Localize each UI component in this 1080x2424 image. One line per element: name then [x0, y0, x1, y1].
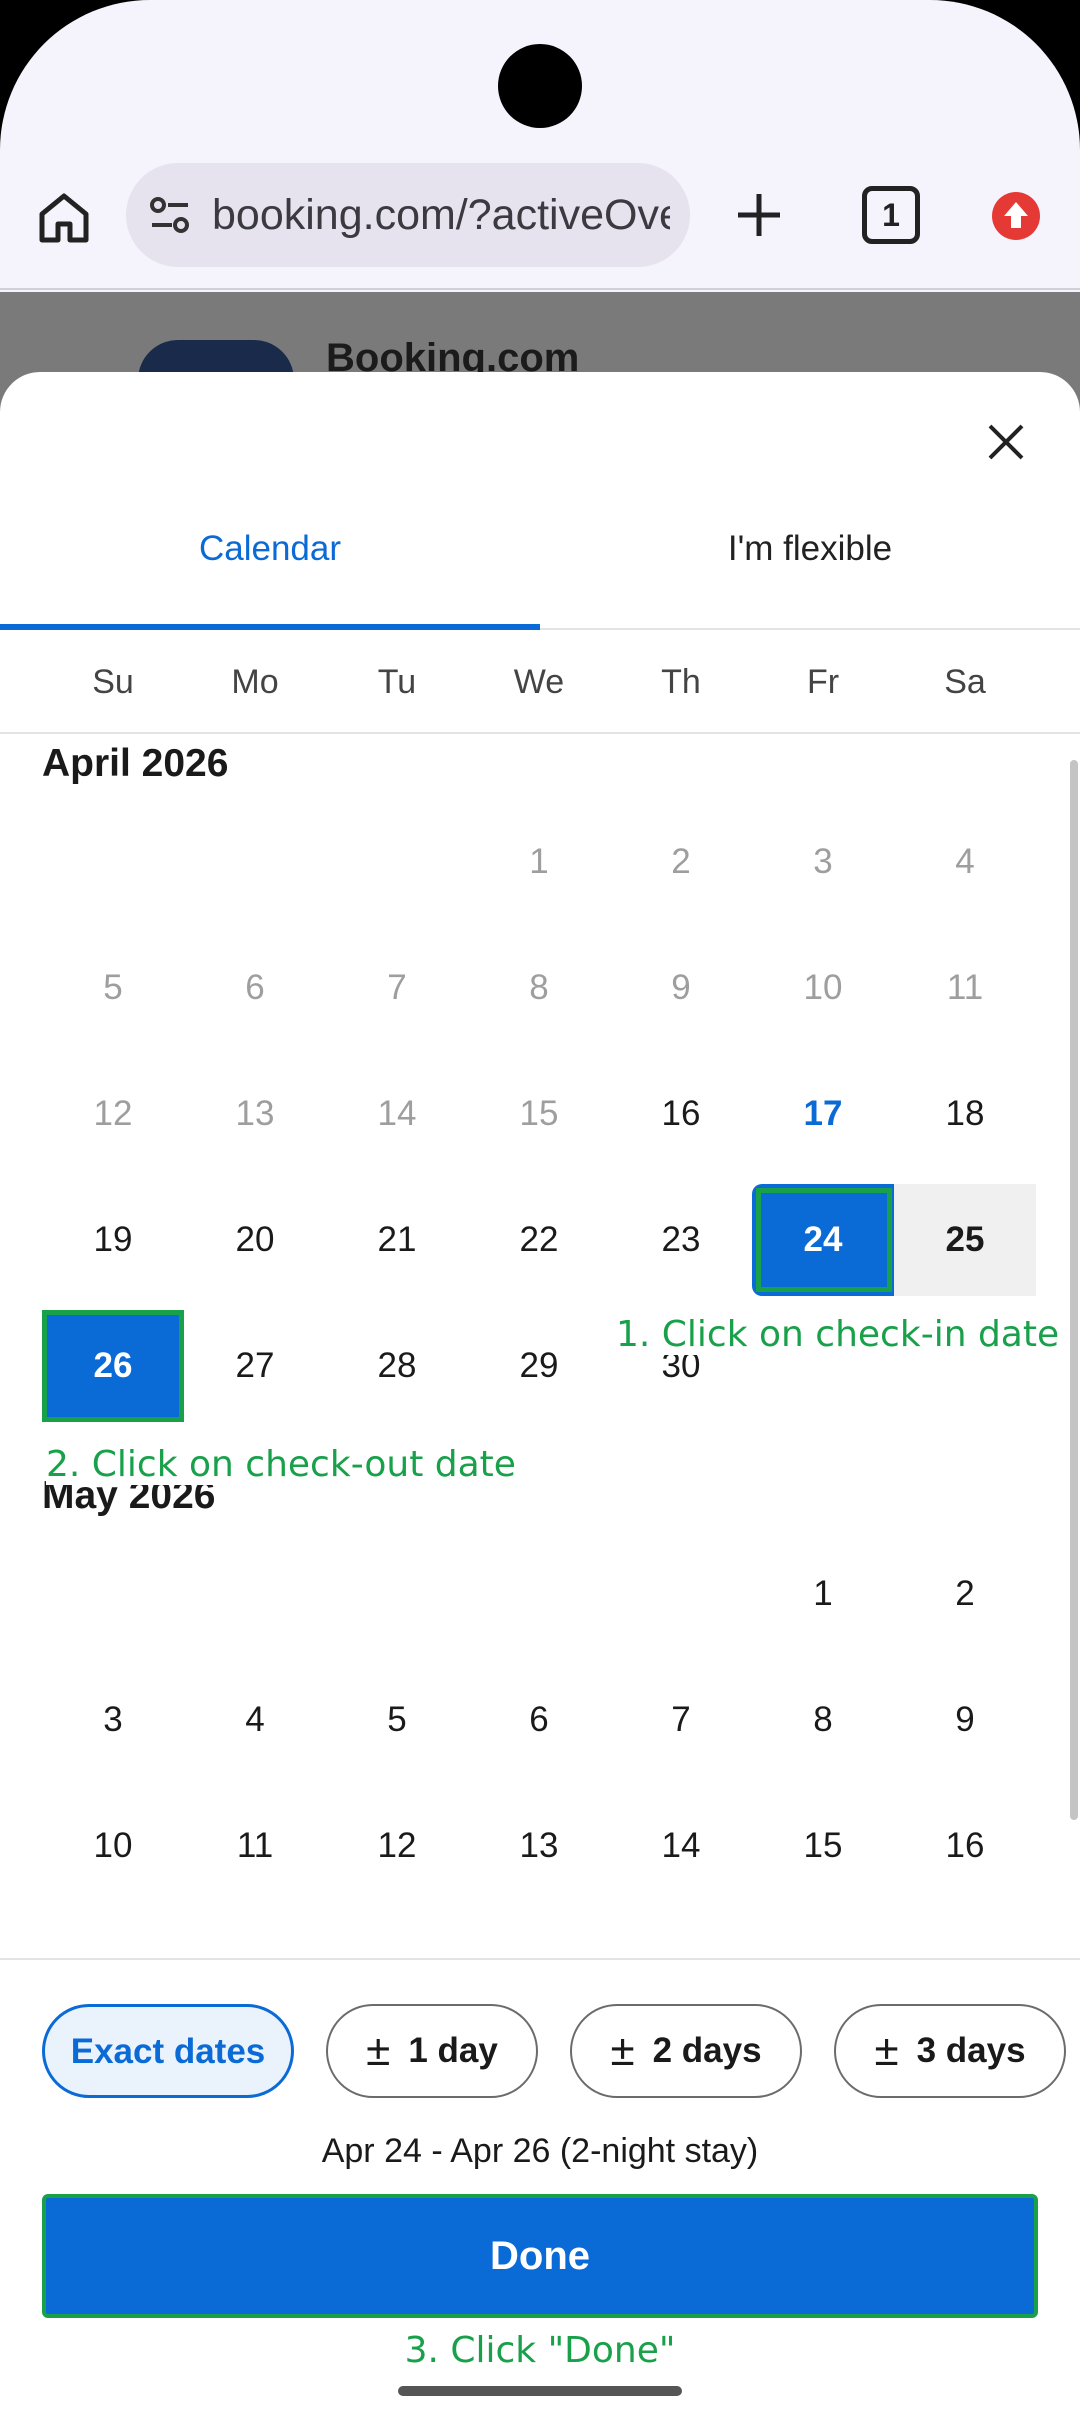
day-may-9[interactable]: 9: [894, 1664, 1036, 1776]
chip-label: 1 day: [408, 2031, 498, 2070]
day-apr-22[interactable]: 22: [468, 1184, 610, 1296]
day-apr-5: 5: [103, 968, 123, 1007]
day-may-11[interactable]: 11: [184, 1790, 326, 1902]
day-apr-3: 3: [813, 842, 833, 881]
tab-switcher-button[interactable]: 1: [862, 186, 920, 244]
day-apr-15: 15: [519, 1094, 559, 1133]
phone-screen: booking.com/?activeOve 1 Booking.com Cal…: [0, 0, 1080, 2424]
day-apr-1: 1: [529, 842, 549, 881]
day-apr-17-today[interactable]: 17: [752, 1058, 894, 1170]
browser-toolbar: booking.com/?activeOve 1: [0, 160, 1080, 290]
update-icon[interactable]: [990, 190, 1042, 242]
weekday-label: Mo: [231, 663, 279, 701]
url-bar[interactable]: booking.com/?activeOve: [126, 163, 690, 267]
day-apr-10: 10: [803, 968, 843, 1007]
weekday-label: Sa: [944, 663, 986, 701]
weekday-label: Fr: [806, 663, 840, 701]
day-apr-25-inrange[interactable]: 25: [894, 1184, 1036, 1296]
day-may-4[interactable]: 4: [184, 1664, 326, 1776]
chip-plus-minus-3-days[interactable]: ±3 days: [834, 2004, 1066, 2098]
day-may-12[interactable]: 12: [326, 1790, 468, 1902]
weekday-label: We: [513, 663, 565, 701]
tab-flexible[interactable]: I'm flexible: [540, 512, 1080, 630]
chip-plus-minus-2-days[interactable]: ±2 days: [570, 2004, 802, 2098]
day-apr-28[interactable]: 28: [326, 1310, 468, 1422]
day-may-2[interactable]: 2: [894, 1538, 1036, 1650]
weekday-label: Tu: [377, 663, 417, 701]
day-apr-29[interactable]: 29: [468, 1310, 610, 1422]
day-may-3[interactable]: 3: [42, 1664, 184, 1776]
new-tab-icon[interactable]: [730, 186, 788, 244]
day-apr-9: 9: [671, 968, 691, 1007]
chip-plus-minus-1-day[interactable]: ±1 day: [326, 2004, 538, 2098]
day-may-5[interactable]: 5: [326, 1664, 468, 1776]
close-icon[interactable]: [982, 418, 1030, 466]
day-apr-19[interactable]: 19: [42, 1184, 184, 1296]
chip-exact-dates[interactable]: Exact dates: [42, 2004, 294, 2098]
day-apr-14: 14: [377, 1094, 417, 1133]
day-apr-13: 13: [235, 1094, 275, 1133]
calendar-scrollbar[interactable]: [1070, 760, 1078, 1820]
picker-footer: Exact dates ±1 day ±2 days ±3 days Apr 2…: [0, 1958, 1080, 2424]
day-apr-18[interactable]: 18: [894, 1058, 1036, 1170]
date-picker-sheet: Calendar I'm flexible Su Mo Tu We Th Fr …: [0, 372, 1080, 2424]
day-apr-16[interactable]: 16: [610, 1058, 752, 1170]
day-apr-12: 12: [93, 1094, 133, 1133]
selected-dates-summary: Apr 24 - Apr 26 (2-night stay): [321, 2132, 759, 2170]
picker-tabs: Calendar I'm flexible: [0, 512, 1080, 630]
done-button[interactable]: Done: [42, 2194, 1038, 2318]
chip-label: Exact dates: [70, 2032, 266, 2071]
annotation-step-3: 3. Click "Done": [404, 2330, 676, 2371]
day-may-1[interactable]: 1: [752, 1538, 894, 1650]
weekday-label: Th: [661, 663, 701, 701]
day-may-15[interactable]: 15: [752, 1790, 894, 1902]
day-may-14[interactable]: 14: [610, 1790, 752, 1902]
tab-calendar[interactable]: Calendar: [0, 512, 540, 630]
annotation-step-2: 2. Click on check-out date: [46, 1444, 522, 1485]
day-may-6[interactable]: 6: [468, 1664, 610, 1776]
day-apr-6: 6: [245, 968, 265, 1007]
day-apr-23[interactable]: 23: [610, 1184, 752, 1296]
day-apr-27[interactable]: 27: [184, 1310, 326, 1422]
day-apr-26-checkout[interactable]: 26: [42, 1310, 184, 1422]
gesture-home-bar[interactable]: [398, 2386, 682, 2396]
day-may-7[interactable]: 7: [610, 1664, 752, 1776]
plus-minus-icon: ±: [366, 2026, 391, 2075]
day-apr-7: 7: [387, 968, 407, 1007]
day-apr-11: 11: [946, 968, 984, 1007]
camera-cutout: [498, 44, 582, 128]
day-may-10[interactable]: 10: [42, 1790, 184, 1902]
plus-minus-icon: ±: [874, 2026, 899, 2075]
day-apr-24-checkin[interactable]: 24: [752, 1184, 894, 1296]
home-icon[interactable]: [34, 186, 94, 246]
day-apr-4: 4: [955, 842, 975, 881]
url-text[interactable]: booking.com/?activeOve: [212, 163, 670, 267]
plus-minus-icon: ±: [610, 2026, 635, 2075]
day-may-13[interactable]: 13: [468, 1790, 610, 1902]
day-may-8[interactable]: 8: [752, 1664, 894, 1776]
chip-label: 2 days: [652, 2031, 762, 2070]
day-may-16[interactable]: 16: [894, 1790, 1036, 1902]
annotation-step-1: 1. Click on check-in date: [616, 1314, 1060, 1355]
day-apr-8: 8: [529, 968, 549, 1007]
weekday-label: Su: [92, 663, 134, 701]
day-apr-2: 2: [671, 842, 691, 881]
day-apr-21[interactable]: 21: [326, 1184, 468, 1296]
weekday-header: Su Mo Tu We Th Fr Sa: [0, 630, 1080, 734]
chip-label: 3 days: [916, 2031, 1026, 2070]
day-apr-20[interactable]: 20: [184, 1184, 326, 1296]
site-settings-icon[interactable]: [148, 193, 192, 237]
month-title-april: April 2026: [42, 742, 229, 785]
